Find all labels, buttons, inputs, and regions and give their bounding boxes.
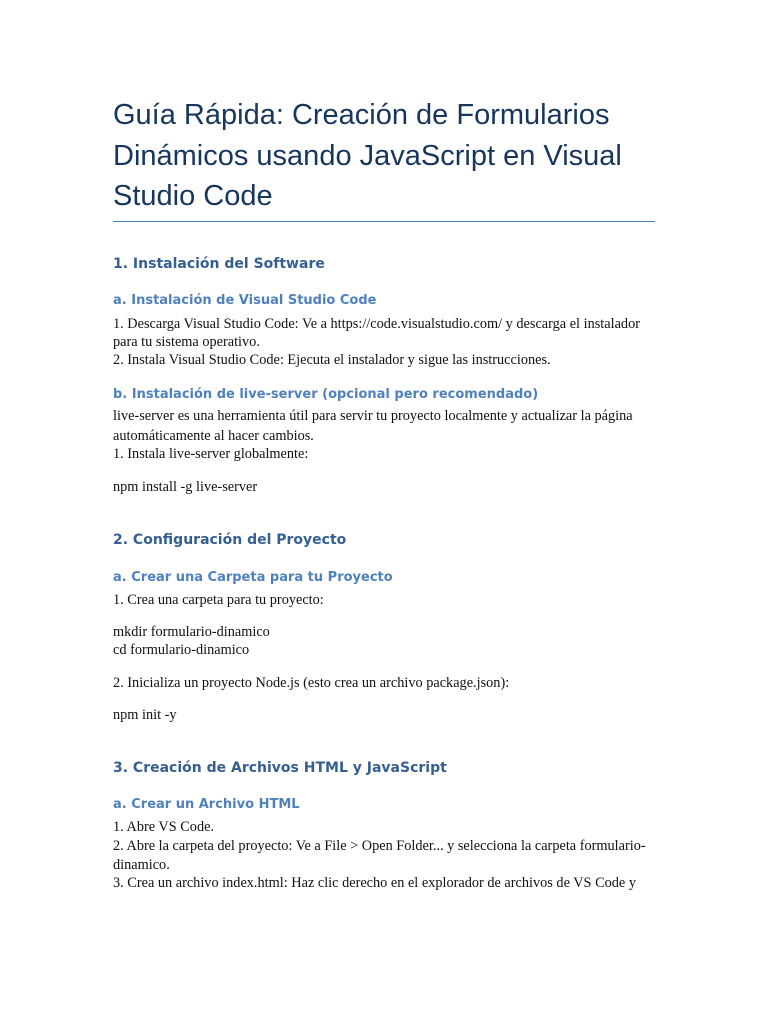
paragraph-line: live-server es una herramienta útil para… [113, 408, 633, 424]
paragraph-line: 1. Instala live-server globalmente: [113, 446, 309, 462]
title-divider [113, 221, 655, 222]
subsection-heading: a. Crear un Archivo HTML [113, 797, 300, 812]
doc-title-line: Studio Code [113, 180, 273, 212]
paragraph-line: para tu sistema operativo. [113, 334, 260, 350]
doc-title-line: Dinámicos usando JavaScript en Visual [113, 140, 622, 172]
paragraph-line: automáticamente al hacer cambios. [113, 428, 314, 444]
paragraph-line: 1. Abre VS Code. [113, 819, 215, 835]
paragraph-line: dinamico. [113, 857, 170, 873]
section-heading: 2. Configuración del Proyecto [113, 532, 347, 548]
paragraph-line: 2. Inicializa un proyecto Node.js (esto … [113, 675, 510, 691]
code-line: cd formulario-dinamico [113, 642, 250, 658]
paragraph-line: 1. Crea una carpeta para tu proyecto: [113, 592, 324, 608]
paragraph-line: 2. Abre la carpeta del proyecto: Ve a Fi… [113, 838, 646, 854]
section-heading: 1. Instalación del Software [113, 256, 325, 272]
subsection-heading: b. Instalación de live-server (opcional … [113, 387, 539, 402]
doc-title-line: Guía Rápida: Creación de Formularios [113, 99, 610, 131]
section-heading: 3. Creación de Archivos HTML y JavaScrip… [113, 760, 447, 776]
code-line: npm init -y [113, 707, 177, 723]
code-line: mkdir formulario-dinamico [113, 624, 270, 640]
paragraph-line: 3. Crea un archivo index.html: Haz clic … [113, 875, 636, 891]
code-line: npm install -g live-server [113, 479, 258, 495]
subsection-heading: a. Crear una Carpeta para tu Proyecto [113, 570, 393, 585]
subsection-heading: a. Instalación de Visual Studio Code [113, 293, 377, 308]
paragraph-line: 1. Descarga Visual Studio Code: Ve a htt… [113, 316, 640, 332]
paragraph-line: 2. Instala Visual Studio Code: Ejecuta e… [113, 352, 551, 368]
